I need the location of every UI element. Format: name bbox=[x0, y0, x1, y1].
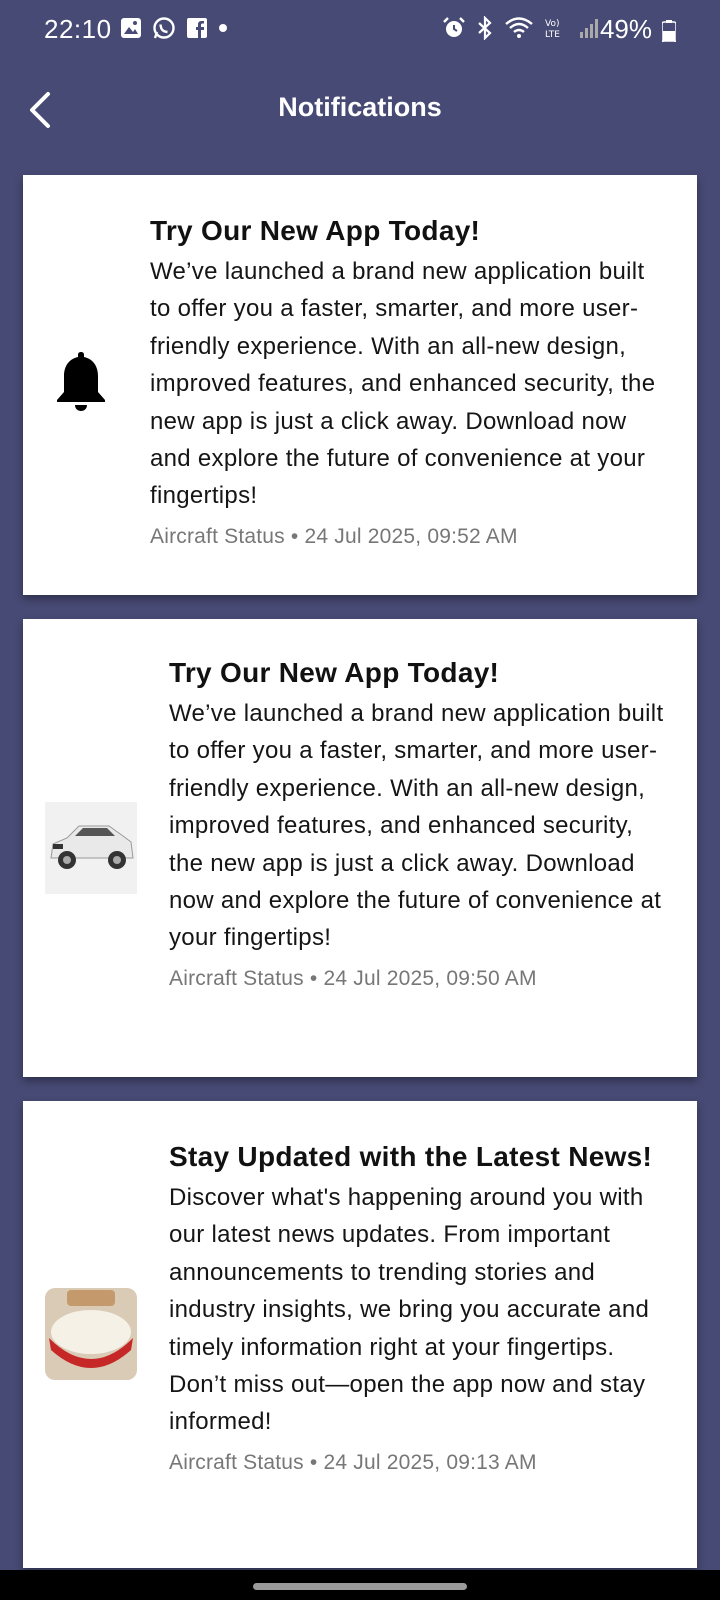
notification-body: We’ve launched a brand new application b… bbox=[150, 258, 656, 510]
food-image bbox=[45, 1288, 137, 1380]
signal-icon bbox=[580, 19, 598, 38]
battery-icon bbox=[662, 20, 676, 42]
notification-card[interactable]: Try Our New App Today! We’ve launched a … bbox=[23, 619, 697, 1077]
app-bar: Notifications bbox=[0, 62, 720, 162]
notification-body: Discover what's happening around you wit… bbox=[169, 1184, 650, 1436]
notification-title: Stay Updated with the Latest News! bbox=[169, 1141, 653, 1172]
home-gesture-handle[interactable] bbox=[253, 1583, 467, 1590]
dot-icon bbox=[219, 24, 227, 32]
status-bar: 22:10 Vo) LTE 49% bbox=[0, 0, 720, 62]
whatsapp-icon bbox=[153, 17, 175, 39]
notification-title: Try Our New App Today! bbox=[169, 657, 500, 688]
facebook-icon bbox=[187, 18, 207, 38]
notification-meta: Aircraft Status • 24 Jul 2025, 09:52 AM bbox=[150, 524, 518, 548]
notification-body: We’ve launched a brand new application b… bbox=[169, 700, 664, 952]
system-nav-bar bbox=[0, 1570, 720, 1600]
car-image bbox=[45, 802, 137, 894]
gallery-icon bbox=[121, 18, 141, 38]
notification-card[interactable]: Stay Updated with the Latest News! Disco… bbox=[23, 1101, 697, 1568]
wifi-icon bbox=[505, 17, 533, 38]
bluetooth-icon bbox=[478, 16, 492, 40]
notification-title: Try Our New App Today! bbox=[150, 215, 481, 246]
notification-meta: Aircraft Status • 24 Jul 2025, 09:50 AM bbox=[169, 966, 537, 990]
alarm-icon bbox=[443, 17, 465, 37]
svg-text:LTE: LTE bbox=[545, 30, 560, 40]
status-time: 22:10 bbox=[44, 14, 112, 44]
battery-percent: 49% bbox=[599, 14, 652, 44]
page-title: Notifications bbox=[278, 92, 442, 122]
notification-card[interactable]: Try Our New App Today! We’ve launched a … bbox=[23, 175, 697, 595]
bell-icon bbox=[55, 350, 107, 412]
volte-icon: Vo)LTE bbox=[545, 19, 560, 40]
notification-meta: Aircraft Status • 24 Jul 2025, 09:13 AM bbox=[169, 1450, 537, 1474]
svg-text:Vo): Vo) bbox=[545, 19, 559, 29]
